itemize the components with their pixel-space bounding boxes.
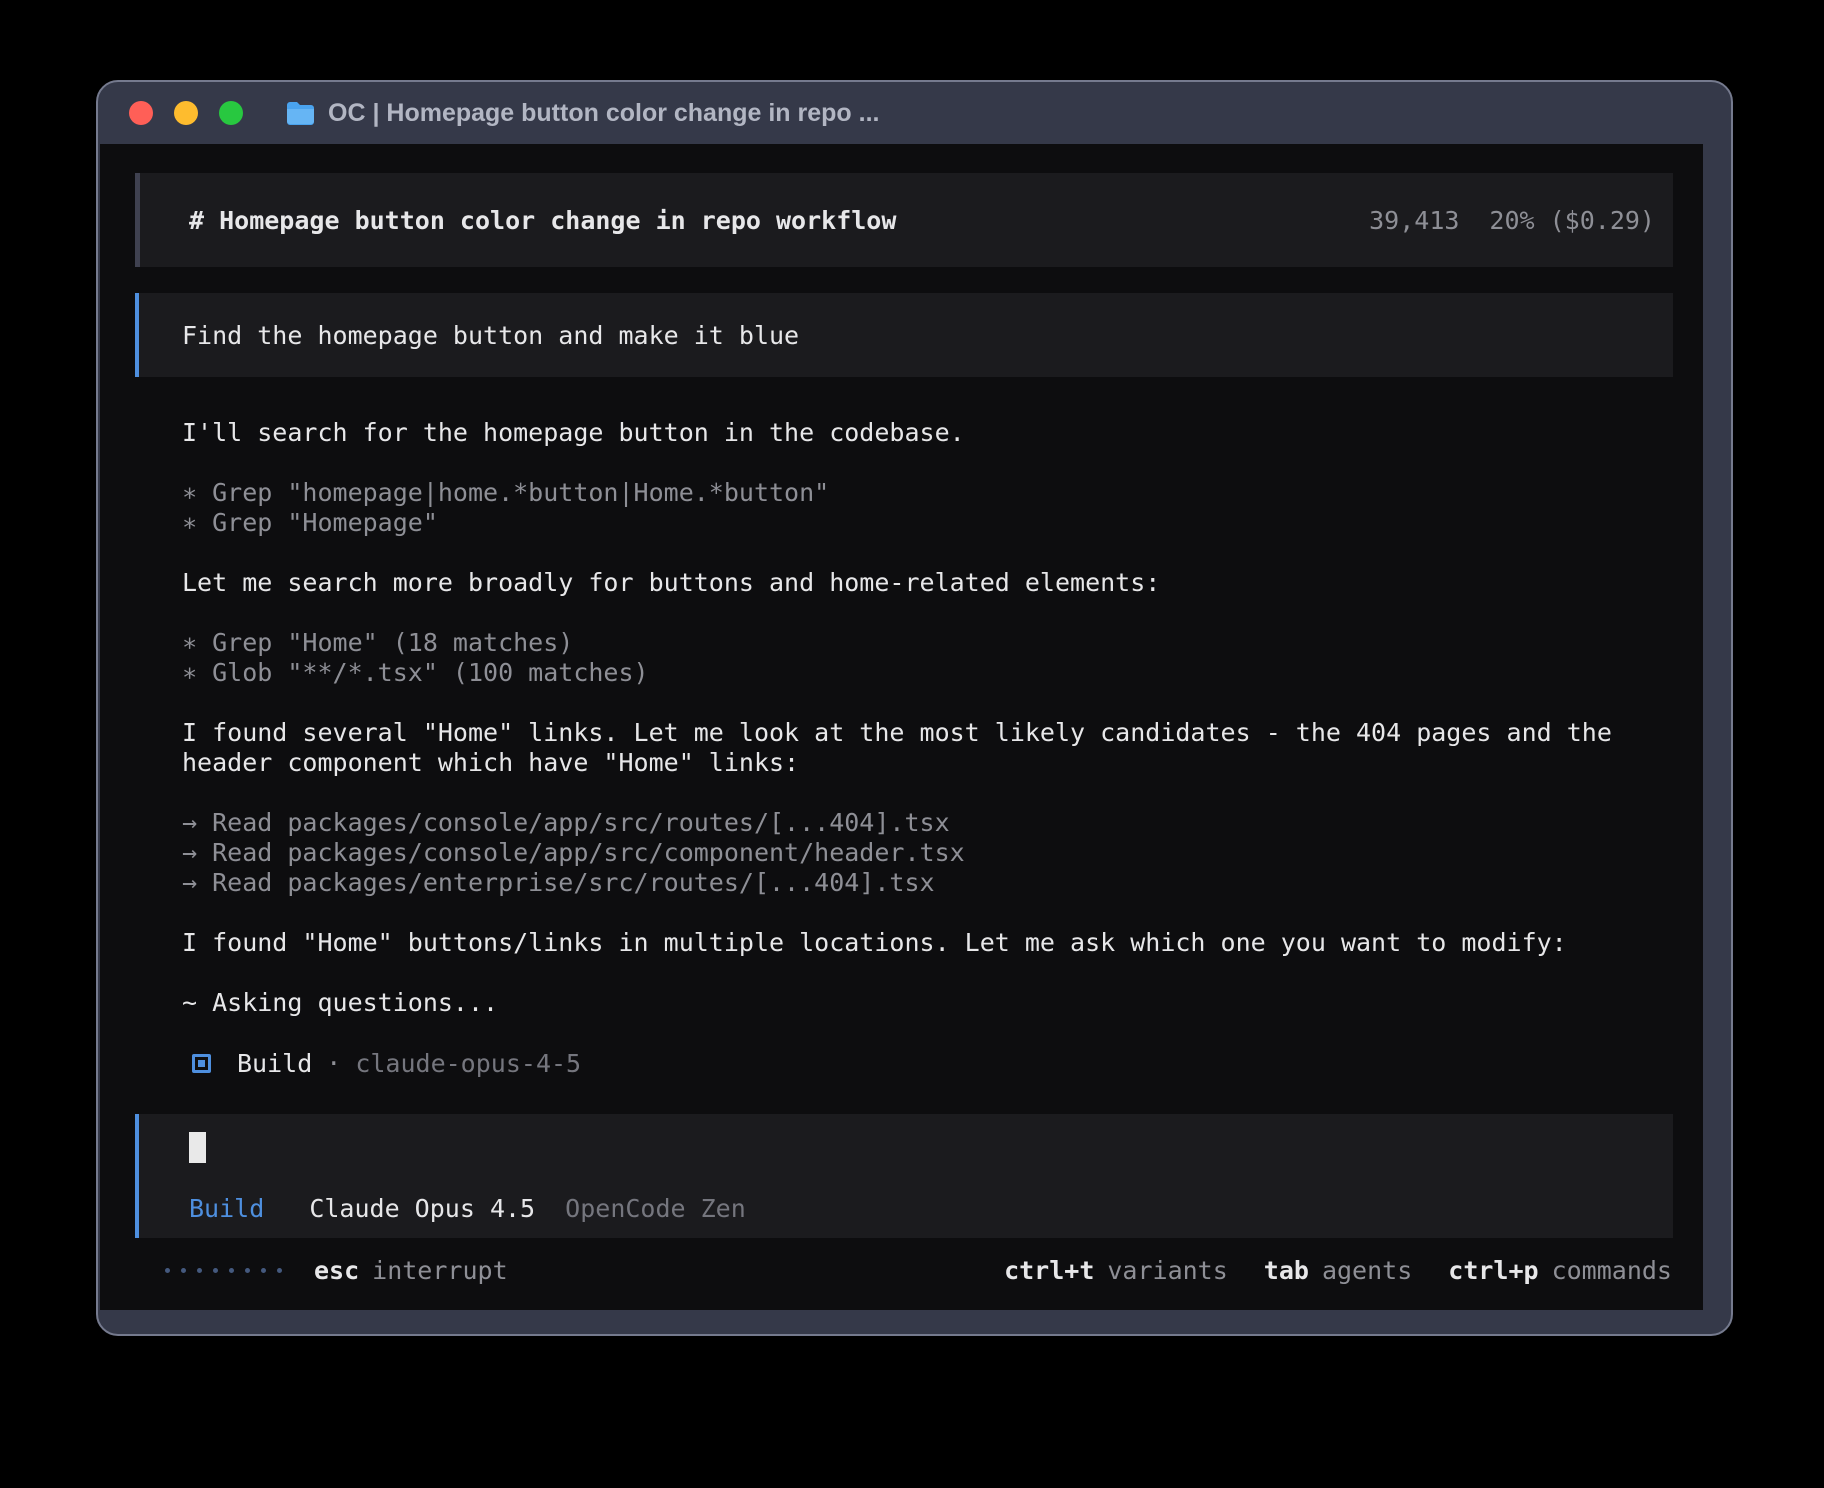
assistant-text-block: I found several "Home" links. Let me loo… [182, 718, 1682, 778]
shortcut-commands: ctrl+p commands [1448, 1256, 1672, 1285]
shortcut-agents: tab agents [1264, 1256, 1412, 1285]
assistant-transcript: I'll search for the homepage button in t… [182, 418, 1682, 1018]
spinner-dot [277, 1268, 282, 1273]
assistant-text-block: I found "Home" buttons/links in multiple… [182, 928, 1682, 958]
input-footer: Build Claude Opus 4.5 OpenCode Zen [189, 1194, 1673, 1224]
agent-status-line: Build · claude-opus-4-5 [192, 1048, 1703, 1078]
tool-call-group: → Read packages/console/app/src/routes/[… [182, 808, 1682, 898]
folder-icon [285, 101, 316, 126]
spinner-dot [229, 1268, 234, 1273]
tool-call-line: → Read packages/enterprise/src/routes/[.… [182, 868, 1682, 898]
terminal-window: OC | Homepage button color change in rep… [96, 80, 1733, 1336]
minimize-button[interactable] [174, 101, 198, 125]
zoom-button[interactable] [219, 101, 243, 125]
spinner-dot [245, 1268, 250, 1273]
assistant-text-block: Let me search more broadly for buttons a… [182, 568, 1682, 598]
model-id: claude-opus-4-5 [355, 1049, 581, 1078]
status-bar-left: esc interrupt [165, 1256, 508, 1285]
prompt-input[interactable]: Build Claude Opus 4.5 OpenCode Zen [135, 1114, 1673, 1238]
assistant-text-line: I found "Home" buttons/links in multiple… [182, 928, 1682, 958]
spinner-dot [165, 1268, 170, 1273]
terminal-content: # Homepage button color change in repo w… [100, 144, 1703, 1310]
shortcut-key: tab [1264, 1256, 1309, 1285]
keyboard-shortcuts: ctrl+t variants tab agents ctrl+p commands [1004, 1256, 1672, 1285]
session-header: # Homepage button color change in repo w… [135, 173, 1673, 267]
session-title: # Homepage button color change in repo w… [189, 206, 896, 235]
assistant-text-line: Let me search more broadly for buttons a… [182, 568, 1682, 598]
window-title: OC | Homepage button color change in rep… [328, 99, 879, 128]
tool-call-group: ∗ Grep "homepage|home.*button|Home.*butt… [182, 478, 1682, 538]
status-bar: esc interrupt ctrl+tvariantstabagentsctr… [100, 1248, 1703, 1292]
working-spinner-dots [165, 1268, 282, 1273]
spinner-dot [197, 1268, 202, 1273]
assistant-text-line: I found several "Home" links. Let me loo… [182, 718, 1682, 778]
assistant-text-line: ~ Asking questions... [182, 988, 1682, 1018]
tool-call-line: → Read packages/console/app/src/routes/[… [182, 808, 1682, 838]
shortcut-label: agents [1322, 1256, 1412, 1285]
traffic-lights [129, 101, 243, 125]
tool-call-group: ∗ Grep "Home" (18 matches)∗ Glob "**/*.t… [182, 628, 1682, 688]
shortcut-key: ctrl+t [1004, 1256, 1094, 1285]
input-agent-label[interactable]: Build [189, 1194, 264, 1223]
text-cursor [189, 1132, 206, 1163]
spinner-dot [261, 1268, 266, 1273]
session-stats: 39,413 20% ($0.29) [1369, 206, 1655, 235]
spinner-dot [213, 1268, 218, 1273]
shortcut-variants: ctrl+t variants [1004, 1256, 1228, 1285]
tool-call-line: ∗ Glob "**/*.tsx" (100 matches) [182, 658, 1682, 688]
tool-call-line: ∗ Grep "Home" (18 matches) [182, 628, 1682, 658]
separator-dot: · [326, 1049, 341, 1078]
titlebar[interactable]: OC | Homepage button color change in rep… [98, 82, 1731, 144]
agent-name: Build [237, 1049, 312, 1078]
context-usage: 20% ($0.29) [1489, 206, 1655, 235]
esc-key-hint: esc [314, 1256, 359, 1285]
assistant-text-line: I'll search for the homepage button in t… [182, 418, 1682, 448]
tool-call-line: ∗ Grep "homepage|home.*button|Home.*butt… [182, 478, 1682, 508]
token-count: 39,413 [1369, 206, 1459, 235]
input-provider-label: OpenCode Zen [565, 1194, 746, 1223]
agent-square-icon [192, 1054, 211, 1073]
esc-key-action: interrupt [372, 1256, 507, 1285]
tool-call-line: ∗ Grep "Homepage" [182, 508, 1682, 538]
tool-call-line: → Read packages/console/app/src/componen… [182, 838, 1682, 868]
shortcut-label: commands [1552, 1256, 1672, 1285]
shortcut-key: ctrl+p [1448, 1256, 1538, 1285]
spinner-dot [181, 1268, 186, 1273]
user-message: Find the homepage button and make it blu… [135, 293, 1673, 377]
user-message-text: Find the homepage button and make it blu… [182, 321, 799, 350]
assistant-text-block: ~ Asking questions... [182, 988, 1682, 1018]
shortcut-label: variants [1107, 1256, 1227, 1285]
assistant-text-block: I'll search for the homepage button in t… [182, 418, 1682, 448]
input-model-label[interactable]: Claude Opus 4.5 [309, 1194, 535, 1223]
close-button[interactable] [129, 101, 153, 125]
